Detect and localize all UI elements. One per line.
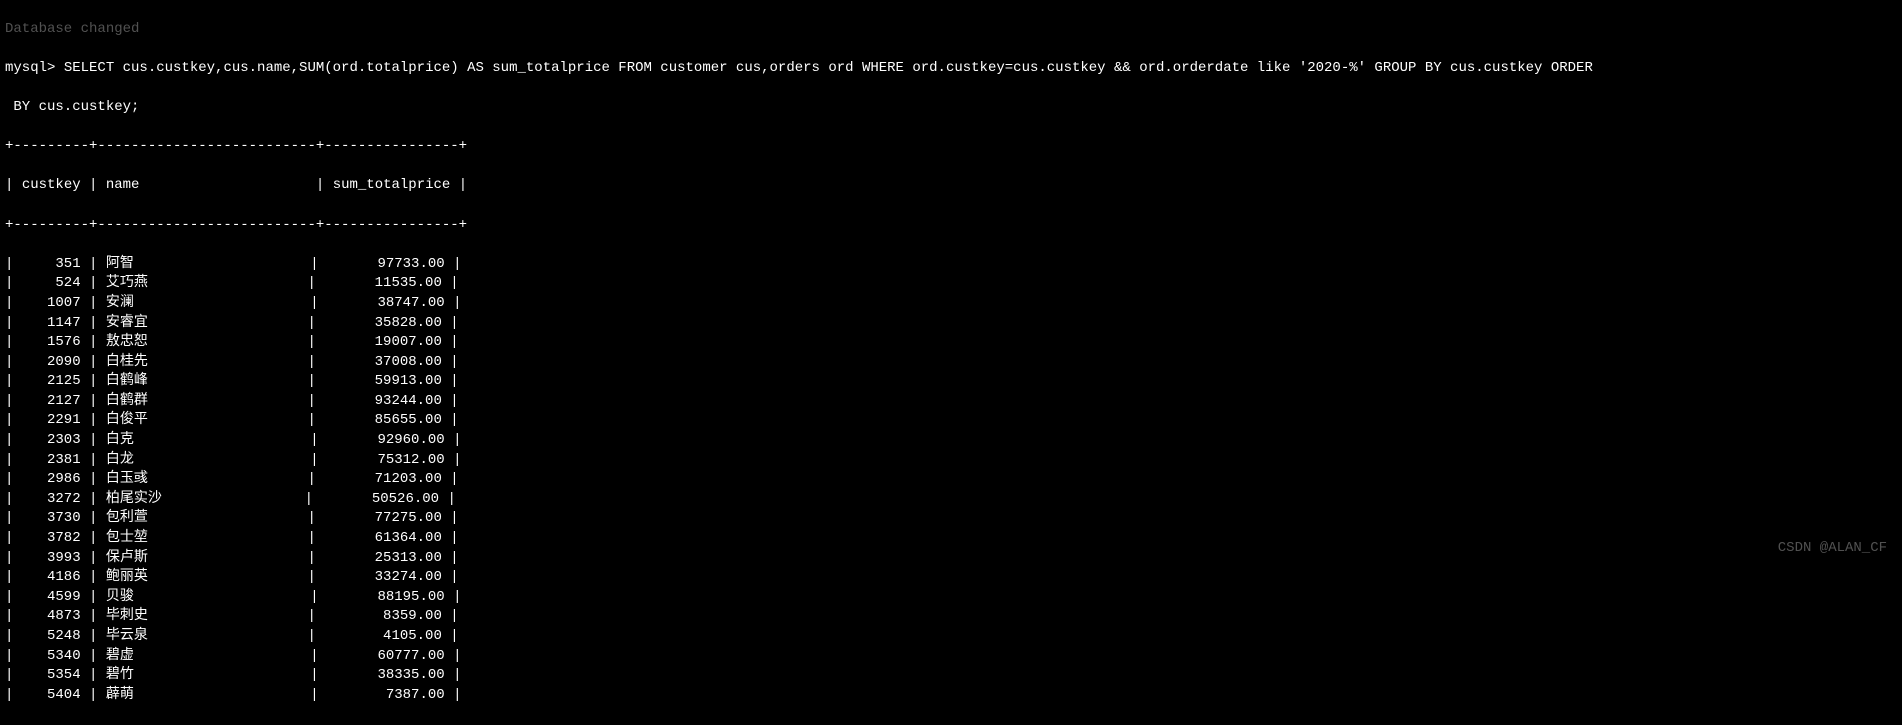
table-body: | 351 | 阿智 | 97733.00 || 524 | 艾巧燕 | 115… <box>5 255 1897 706</box>
table-separator-top: +---------+--------------------------+--… <box>5 137 1897 157</box>
table-row: | 4599 | 贝骏 | 88195.00 | <box>5 588 1897 608</box>
table-row: | 1576 | 敖忠恕 | 19007.00 | <box>5 333 1897 353</box>
prompt-prefix: mysql> <box>5 60 64 76</box>
table-row: | 3782 | 包士堃 | 61364.00 | <box>5 529 1897 549</box>
header-sum: sum_totalprice <box>333 177 451 193</box>
header-custkey: custkey <box>22 177 81 193</box>
table-row: | 2381 | 白龙 | 75312.00 | <box>5 451 1897 471</box>
table-row: | 2986 | 白玉彧 | 71203.00 | <box>5 470 1897 490</box>
table-row: | 5340 | 碧虚 | 60777.00 | <box>5 647 1897 667</box>
table-row: | 1147 | 安睿宜 | 35828.00 | <box>5 314 1897 334</box>
table-row: | 3993 | 保卢斯 | 25313.00 | <box>5 549 1897 569</box>
mysql-prompt-line: mysql> SELECT cus.custkey,cus.name,SUM(o… <box>5 59 1897 79</box>
table-row: | 4873 | 毕刺史 | 8359.00 | <box>5 607 1897 627</box>
table-row: | 3730 | 包利萱 | 77275.00 | <box>5 509 1897 529</box>
header-name: name <box>106 177 140 193</box>
terminal-output: Database changed mysql> SELECT cus.custk… <box>0 0 1902 725</box>
table-row: | 2303 | 白克 | 92960.00 | <box>5 431 1897 451</box>
table-row: | 2125 | 白鹤峰 | 59913.00 | <box>5 372 1897 392</box>
sql-query-line2: BY cus.custkey; <box>5 98 1897 118</box>
table-row: | 351 | 阿智 | 97733.00 | <box>5 255 1897 275</box>
table-row: | 3272 | 柏尾实沙 | 50526.00 | <box>5 490 1897 510</box>
table-row: | 2291 | 白俊平 | 85655.00 | <box>5 411 1897 431</box>
faded-status-line: Database changed <box>5 20 1897 40</box>
table-row: | 5354 | 碧竹 | 38335.00 | <box>5 666 1897 686</box>
table-row: | 2090 | 白桂先 | 37008.00 | <box>5 353 1897 373</box>
table-row: | 524 | 艾巧燕 | 11535.00 | <box>5 274 1897 294</box>
table-row: | 1007 | 安澜 | 38747.00 | <box>5 294 1897 314</box>
table-row: | 4186 | 鲍丽英 | 33274.00 | <box>5 568 1897 588</box>
table-header-row: | custkey | name | sum_totalprice | <box>5 176 1897 196</box>
table-row: | 5248 | 毕云泉 | 4105.00 | <box>5 627 1897 647</box>
watermark-text: CSDN @ALAN_CF <box>1778 539 1887 559</box>
table-row: | 2127 | 白鹤群 | 93244.00 | <box>5 392 1897 412</box>
sql-query-line1: SELECT cus.custkey,cus.name,SUM(ord.tota… <box>64 60 1593 76</box>
table-separator-mid: +---------+--------------------------+--… <box>5 216 1897 236</box>
table-row: | 5404 | 薜萌 | 7387.00 | <box>5 686 1897 706</box>
